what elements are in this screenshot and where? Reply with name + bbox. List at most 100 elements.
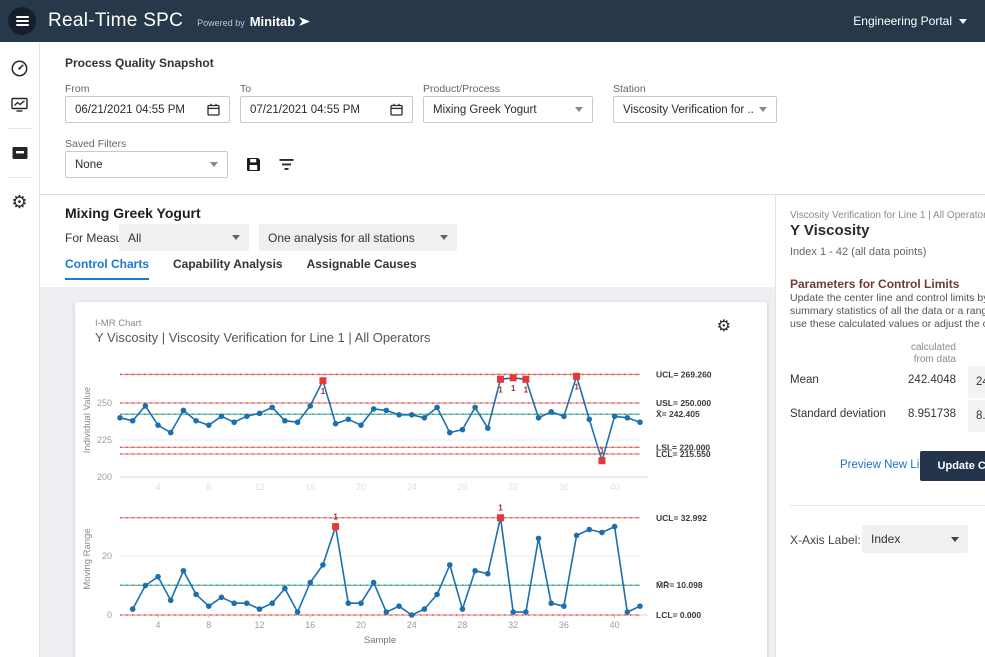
description-line: use these calculated values or adjust th… [790, 318, 985, 331]
description-line: summary statistics of all the data or a … [790, 305, 985, 318]
svg-text:Sample: Sample [364, 635, 396, 646]
svg-text:1: 1 [498, 385, 503, 394]
measure-value: All [128, 231, 141, 245]
chevron-down-icon [575, 107, 583, 112]
svg-text:Individual Value: Individual Value [82, 387, 93, 453]
svg-text:28: 28 [457, 620, 467, 630]
svg-text:200: 200 [97, 472, 112, 482]
sidebar-divider [8, 128, 32, 129]
svg-text:12: 12 [255, 482, 265, 491]
svg-text:LCL= 215.550: LCL= 215.550 [656, 449, 711, 459]
svg-text:250: 250 [97, 398, 112, 408]
svg-text:1: 1 [574, 382, 579, 391]
svg-text:X̄= 242.405: X̄= 242.405 [656, 409, 700, 419]
analysis-mode-value: One analysis for all stations [268, 231, 415, 245]
svg-text:24: 24 [407, 620, 417, 630]
svg-text:12: 12 [255, 620, 265, 630]
svg-text:24: 24 [407, 482, 417, 491]
description-line: Update the center line and control limit… [790, 292, 985, 305]
chevron-down-icon [440, 235, 448, 240]
chart-area: I-MR Chart Y Viscosity | Viscosity Verif… [40, 287, 775, 657]
mean-label: Mean [790, 374, 819, 386]
i-chart: 200225250481216202428323640Individual Va… [78, 357, 768, 491]
x-axis-select[interactable]: Index [862, 525, 968, 553]
svg-text:LCL= 0.000: LCL= 0.000 [656, 610, 701, 620]
brand-name: Minitab [250, 14, 296, 29]
svg-text:Moving Range: Moving Range [82, 528, 93, 589]
svg-text:1: 1 [321, 387, 326, 396]
tab-control-charts[interactable]: Control Charts [65, 257, 149, 280]
filter-section: Process Quality Snapshot From 06/21/2021… [40, 42, 985, 195]
to-date-value: 07/21/2021 04:55 PM [250, 104, 390, 116]
svg-text:0: 0 [107, 610, 112, 620]
svg-text:28: 28 [457, 482, 467, 491]
std-input[interactable] [968, 400, 985, 432]
chart-settings-button[interactable]: ⚙ [717, 318, 731, 336]
x-axis-value: Index [871, 532, 900, 546]
process-title: Mixing Greek Yogurt [65, 205, 201, 221]
update-control-limits-button[interactable]: Update Control Limits [920, 451, 985, 481]
svg-text:20: 20 [356, 482, 366, 491]
svg-text:1: 1 [498, 504, 503, 513]
svg-text:1: 1 [600, 447, 605, 456]
saved-filters-select[interactable]: None [65, 151, 228, 178]
mean-calculated-value: 242.4048 [876, 374, 956, 386]
filter-list-button[interactable] [276, 154, 296, 174]
std-calculated-value: 8.951738 [876, 408, 956, 420]
product-process-value: Mixing Greek Yogurt [433, 104, 569, 116]
product-process-select[interactable]: Mixing Greek Yogurt [423, 96, 593, 123]
left-sidebar: ⚙ [0, 42, 40, 657]
svg-text:8: 8 [206, 482, 211, 491]
station-label: Station [613, 83, 646, 95]
gear-icon[interactable]: ⚙ [8, 190, 32, 214]
chevron-down-icon [959, 19, 967, 24]
analysis-mode-select[interactable]: One analysis for all stations [259, 224, 457, 251]
tab-bar: Control Charts Capability Analysis Assigna… [65, 257, 417, 280]
panel-section-divider [790, 505, 985, 506]
svg-text:UCL= 32.992: UCL= 32.992 [656, 513, 707, 523]
index-range-label: Index 1 - 42 (all data points) [790, 246, 926, 258]
tab-assignable-causes[interactable]: Assignable Causes [307, 257, 417, 280]
svg-text:32: 32 [508, 482, 518, 491]
svg-text:1: 1 [524, 385, 529, 394]
measure-select[interactable]: All [119, 224, 249, 251]
calendar-icon [207, 103, 220, 116]
col-header-line: from data [896, 354, 956, 366]
svg-text:40: 40 [610, 620, 620, 630]
chevron-down-icon [951, 537, 959, 542]
portal-menu[interactable]: Engineering Portal [853, 14, 967, 28]
save-icon [246, 157, 261, 172]
hamburger-menu-button[interactable] [8, 7, 36, 35]
gear-glyph: ⚙ [717, 318, 731, 335]
chevron-down-icon [210, 162, 218, 167]
main-content: Mixing Greek Yogurt For Measure: All One… [40, 195, 775, 657]
mean-input[interactable] [968, 366, 985, 398]
calculated-column-header: calculated from data [896, 342, 956, 366]
svg-text:225: 225 [97, 435, 112, 445]
chart-type-label: I-MR Chart [95, 318, 141, 329]
monitor-chart-icon[interactable] [8, 92, 32, 116]
sidebar-divider [8, 177, 32, 178]
saved-filters-label: Saved Filters [65, 138, 126, 150]
station-value: Viscosity Verification for ... [623, 104, 753, 116]
col-header-line: calculated [896, 342, 956, 354]
svg-text:UCL= 269.260: UCL= 269.260 [656, 369, 712, 379]
x-axis-label: X-Axis Label: [790, 533, 861, 547]
filter-icon [279, 158, 294, 171]
svg-text:36: 36 [559, 482, 569, 491]
svg-text:USL= 250.000: USL= 250.000 [656, 398, 711, 408]
parameters-description: Update the center line and control limit… [790, 292, 985, 331]
station-select[interactable]: Viscosity Verification for ... [613, 96, 777, 123]
tab-capability-analysis[interactable]: Capability Analysis [173, 257, 283, 280]
panel-subtitle: Viscosity Verification for Line 1 | All … [790, 210, 985, 221]
from-date-value: 06/21/2021 04:55 PM [75, 104, 207, 116]
to-date-input[interactable]: 07/21/2021 04:55 PM [240, 96, 413, 123]
from-date-input[interactable]: 06/21/2021 04:55 PM [65, 96, 230, 123]
svg-text:16: 16 [305, 620, 315, 630]
gear-glyph: ⚙ [11, 193, 27, 211]
product-process-label: Product/Process [423, 83, 500, 95]
save-filter-button[interactable] [243, 154, 263, 174]
archive-icon[interactable] [8, 141, 32, 165]
svg-text:32: 32 [508, 620, 518, 630]
gauge-icon[interactable] [8, 56, 32, 80]
